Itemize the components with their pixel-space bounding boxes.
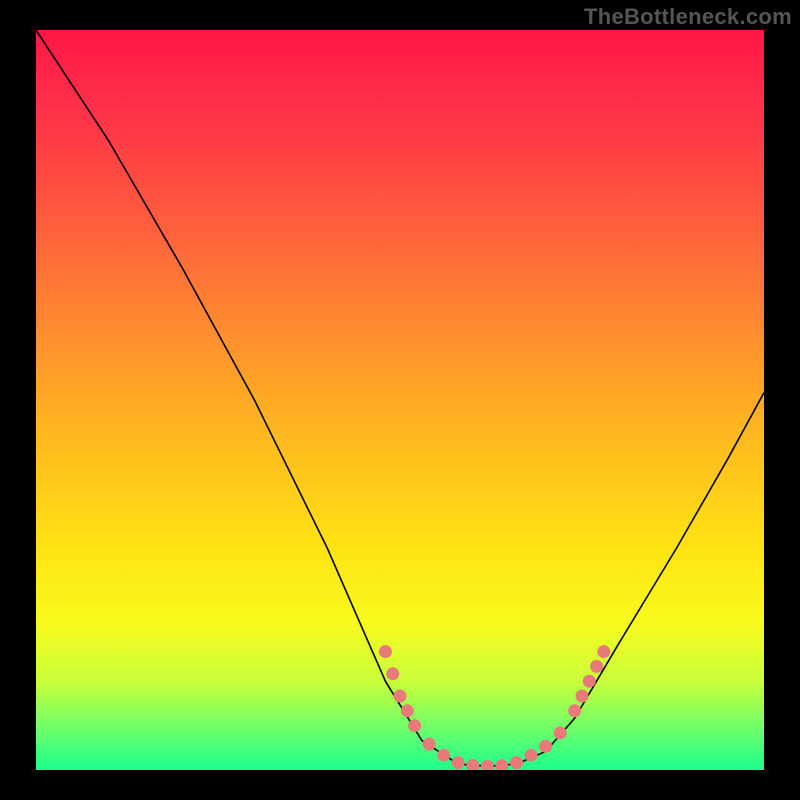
- highlight-point: [481, 760, 494, 770]
- highlight-point: [510, 756, 523, 769]
- curve-path: [36, 30, 764, 766]
- highlight-point: [466, 759, 479, 770]
- highlight-point: [379, 645, 392, 658]
- highlight-point: [597, 645, 610, 658]
- highlight-points-group: [379, 645, 610, 770]
- highlight-point: [423, 738, 436, 751]
- watermark-text: TheBottleneck.com: [584, 4, 792, 30]
- highlight-point: [539, 740, 552, 753]
- highlight-point: [554, 727, 567, 740]
- highlight-point: [401, 704, 414, 717]
- highlight-point: [590, 660, 603, 673]
- highlight-point: [576, 690, 589, 703]
- highlight-point: [583, 675, 596, 688]
- highlight-point: [437, 749, 450, 762]
- highlight-point: [495, 759, 508, 770]
- highlight-point: [568, 704, 581, 717]
- highlight-point: [452, 756, 465, 769]
- bottleneck-curve: [36, 30, 764, 770]
- highlight-point: [408, 719, 421, 732]
- plot-area: [36, 30, 764, 770]
- highlight-point: [525, 749, 538, 762]
- highlight-point: [386, 667, 399, 680]
- chart-frame: TheBottleneck.com: [0, 0, 800, 800]
- highlight-point: [394, 690, 407, 703]
